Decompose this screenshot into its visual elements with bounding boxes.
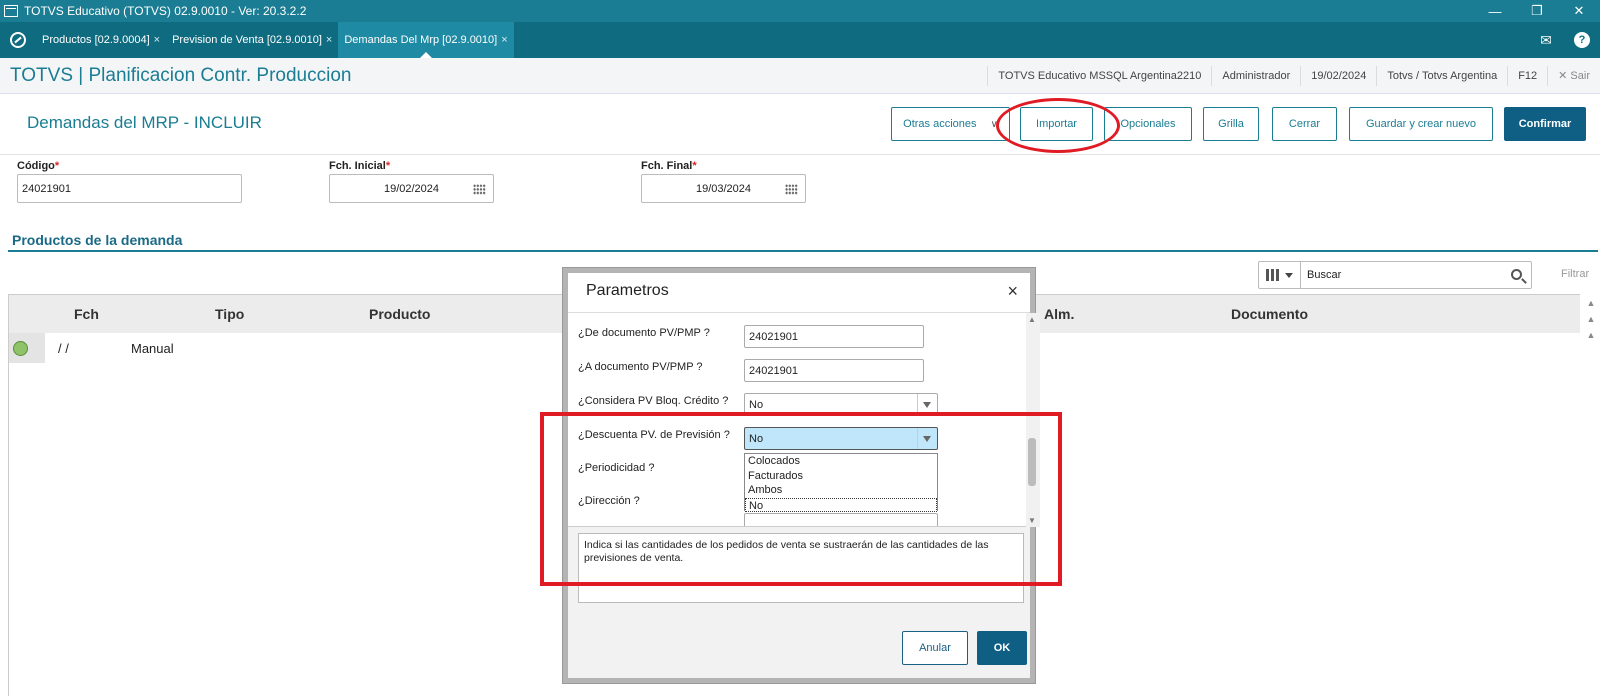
totvs-logo-icon[interactable] [0,22,36,58]
dialog-header: Parametros × [568,273,1030,313]
select-value: No [749,398,764,411]
annotation-rectangle [540,412,1062,586]
scroll-up-icon[interactable]: ▲ [1028,315,1036,324]
tab-demandas-mrp[interactable]: Demandas Del Mrp [02.9.0010] × [338,22,514,58]
fch-inicial-value: 19/02/2024 [383,182,440,195]
cell-tipo: Manual [131,341,174,356]
page-title: Demandas del MRP - INCLUIR [27,113,262,132]
window-titlebar: TOTVS Educativo (TOTVS) 02.9.0010 - Ver:… [0,0,1600,22]
mail-icon[interactable]: ✉ [1528,22,1564,58]
other-actions-button[interactable]: Otras acciones ∨ [891,107,1010,141]
codigo-field[interactable]: 24021901 [17,174,242,203]
tab-prevision-venta[interactable]: Prevision de Venta [02.9.0010] × [166,22,338,58]
fch-final-label: Fch. Final* [641,160,697,172]
scroll-down-icon[interactable]: ▲ [1584,330,1598,340]
scroll-top-icon[interactable]: ▲ [1584,298,1598,308]
grid-button[interactable]: Grilla [1203,107,1259,141]
restore-icon[interactable]: ❐ [1516,0,1558,22]
page-toolbar: Demandas del MRP - INCLUIR Otras accione… [0,95,1600,155]
calendar-icon[interactable] [785,184,798,195]
section-title: Productos de la demanda [12,232,183,248]
filter-link[interactable]: Filtrar [1561,268,1589,280]
calendar-icon[interactable] [473,184,486,195]
tab-bar: Productos [02.9.0004] × Prevision de Ven… [0,22,1600,58]
column-picker-button[interactable] [1258,261,1300,289]
search-icon[interactable] [1511,269,1522,280]
col-header-tipo[interactable]: Tipo [215,306,244,322]
tab-close-icon[interactable]: × [501,34,507,46]
param-a-documento-input[interactable]: 24021901 [744,359,924,382]
codigo-label: Código* [17,160,60,172]
environment-label: TOTVS Educativo MSSQL Argentina2210 [987,65,1211,86]
window-title: TOTVS Educativo (TOTVS) 02.9.0010 - Ver:… [24,4,307,18]
tab-productos[interactable]: Productos [02.9.0004] × [36,22,166,58]
dialog-title: Parametros [586,282,669,299]
minimize-icon[interactable]: — [1474,0,1516,22]
col-header-fch[interactable]: Fch [74,306,99,322]
fch-final-field[interactable]: 19/03/2024 [641,174,806,203]
status-legend-icon[interactable] [9,333,45,363]
close-button[interactable]: Cerrar [1272,107,1337,141]
annotation-ellipse [996,98,1120,153]
columns-icon [1266,269,1280,281]
app-window-icon [4,5,18,17]
search-input[interactable]: Buscar [1300,261,1532,289]
tab-close-icon[interactable]: × [326,34,332,46]
ok-button[interactable]: OK [977,631,1027,665]
company-label: Totvs / Totvs Argentina [1376,65,1507,86]
other-actions-label: Otras acciones [903,118,977,130]
cell-fch: / / [58,341,69,356]
scroll-up-icon[interactable]: ▲ [1584,314,1598,324]
exit-button[interactable]: ✕ Sair [1547,65,1600,86]
date-label: 19/02/2024 [1300,65,1376,86]
close-window-icon[interactable]: ✕ [1558,0,1600,22]
app-brand-title: TOTVS | Planificacion Contr. Produccion [10,64,352,86]
fch-inicial-label: Fch. Inicial* [329,160,391,172]
caret-down-icon [1285,272,1293,278]
param-label-considera-pv: ¿Considera PV Bloq. Crédito ? [578,395,729,407]
tab-close-icon[interactable]: × [154,34,160,46]
confirm-button[interactable]: Confirmar [1504,107,1586,141]
tab-label: Productos [02.9.0004] [42,34,150,46]
user-label: Administrador [1211,65,1300,86]
cancel-button[interactable]: Anular [902,631,968,665]
param-label-a-documento: ¿A documento PV/PMP ? [578,361,703,373]
fch-final-value: 19/03/2024 [695,182,752,195]
col-header-documento[interactable]: Documento [1231,306,1308,322]
section-divider [8,250,1598,252]
col-header-producto[interactable]: Producto [369,306,430,322]
param-de-documento-input[interactable]: 24021901 [744,325,924,348]
help-icon[interactable]: ? [1574,32,1590,48]
fch-inicial-field[interactable]: 19/02/2024 [329,174,494,203]
shortcut-label[interactable]: F12 [1507,65,1547,86]
app-header: TOTVS | Planificacion Contr. Produccion … [0,58,1600,94]
grid-scrollbar[interactable]: ▲ ▲ ▲ [1584,298,1598,346]
window-controls: — ❐ ✕ [1474,0,1600,22]
search-placeholder: Buscar [1307,269,1342,281]
save-and-new-button[interactable]: Guardar y crear nuevo [1349,107,1493,141]
close-icon[interactable]: × [1007,281,1018,302]
tab-label: Demandas Del Mrp [02.9.0010] [344,34,498,46]
tab-label: Prevision de Venta [02.9.0010] [172,34,322,46]
param-label-de-documento: ¿De documento PV/PMP ? [578,327,710,339]
